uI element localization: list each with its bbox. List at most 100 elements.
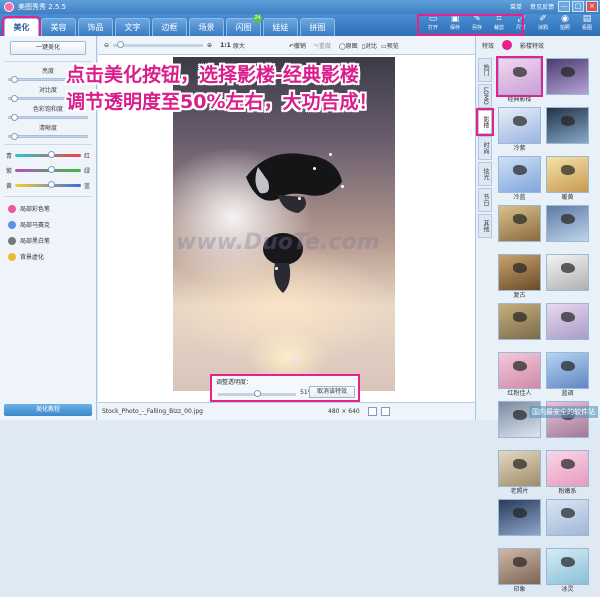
- effect-thumbnail[interactable]: [546, 499, 589, 536]
- effect-item[interactable]: 冷蓝: [498, 156, 541, 203]
- effect-thumbnail[interactable]: [498, 254, 541, 291]
- effect-item[interactable]: [498, 303, 541, 350]
- effect-item[interactable]: 经典影楼: [496, 56, 543, 105]
- effect-thumbnail[interactable]: [546, 450, 589, 487]
- effect-thumbnail[interactable]: [546, 303, 589, 340]
- effect-thumbnail[interactable]: [498, 107, 541, 144]
- clarity-knob[interactable]: [11, 133, 18, 140]
- beautify-tutorial-button[interactable]: 美化教程: [4, 404, 92, 416]
- sparkle: [275, 267, 278, 270]
- camera-button[interactable]: ◉ 拍照: [556, 15, 574, 32]
- effect-item[interactable]: 粉嫩系: [546, 450, 589, 497]
- preview-button[interactable]: ▭预览: [381, 41, 399, 50]
- effect-thumbnail[interactable]: [498, 156, 541, 193]
- brush-button[interactable]: ✐ 涂鸦: [534, 15, 552, 32]
- cyan-red-knob[interactable]: [48, 151, 55, 158]
- effect-thumbnail[interactable]: [498, 205, 541, 242]
- original-button[interactable]: ◯原图: [339, 41, 358, 50]
- fit-window-icon[interactable]: [368, 407, 377, 416]
- tab-accessories[interactable]: 饰品: [78, 18, 113, 36]
- background-blur-button[interactable]: 背景虚化: [8, 252, 96, 261]
- maximize-button[interactable]: □: [572, 1, 584, 12]
- local-mosaic-button[interactable]: 局部马赛克: [8, 220, 96, 229]
- effect-thumbnail[interactable]: [498, 450, 541, 487]
- effect-item[interactable]: [546, 303, 589, 350]
- category-tab-other[interactable]: 其他: [478, 214, 492, 238]
- zoom-out-icon[interactable]: ⊖: [104, 42, 109, 49]
- zoom-slider[interactable]: [113, 40, 204, 48]
- effect-item[interactable]: 冰灵: [546, 548, 589, 595]
- feedback-link[interactable]: 意见反馈: [530, 2, 554, 11]
- tab-text[interactable]: 文字: [115, 18, 150, 36]
- saturation-knob[interactable]: [11, 114, 18, 121]
- cyan-red-slider[interactable]: [15, 151, 81, 158]
- effects-root-link[interactable]: 特效: [482, 41, 494, 50]
- effect-item[interactable]: [498, 499, 541, 546]
- saturation-slider[interactable]: [8, 114, 88, 121]
- category-tab-studio[interactable]: 影楼: [476, 108, 494, 136]
- effect-thumbnail[interactable]: [546, 58, 589, 95]
- effect-item[interactable]: 蓝调: [546, 352, 589, 399]
- effect-thumbnail[interactable]: [546, 107, 589, 144]
- local-bw-pen-button[interactable]: 局部黑白笔: [8, 236, 96, 245]
- category-tab-holiday[interactable]: 节日: [478, 188, 492, 212]
- effect-thumbnail[interactable]: [546, 548, 589, 585]
- yellow-blue-slider[interactable]: [15, 181, 81, 188]
- original-size-button[interactable]: 原大: [233, 41, 245, 50]
- effect-item[interactable]: [546, 254, 589, 301]
- contrast-knob[interactable]: [11, 95, 18, 102]
- fullscreen-icon[interactable]: [381, 407, 390, 416]
- effect-item[interactable]: 冷紫: [498, 107, 541, 154]
- undo-button[interactable]: ↶撤销: [289, 41, 306, 50]
- effect-item[interactable]: [546, 58, 589, 105]
- close-button[interactable]: ×: [586, 1, 598, 12]
- compare-button[interactable]: ▯对比: [362, 41, 377, 50]
- effect-thumbnail[interactable]: [496, 56, 543, 97]
- clarity-slider[interactable]: [8, 133, 88, 140]
- effect-item[interactable]: [498, 205, 541, 252]
- effect-item[interactable]: 红粉佳人: [498, 352, 541, 399]
- effect-thumbnail[interactable]: [498, 499, 541, 536]
- effect-item[interactable]: 印象: [498, 548, 541, 595]
- brightness-knob[interactable]: [11, 76, 18, 83]
- effect-item[interactable]: 暖黄: [546, 156, 589, 203]
- tab-doll[interactable]: 娃娃: [263, 18, 298, 36]
- effect-thumbnail[interactable]: [498, 548, 541, 585]
- purple-green-slider[interactable]: [15, 166, 81, 173]
- purple-green-knob[interactable]: [48, 166, 55, 173]
- minimize-button[interactable]: —: [558, 1, 570, 12]
- effect-item[interactable]: [546, 205, 589, 252]
- zoom-in-icon[interactable]: ⊕: [207, 42, 212, 49]
- transparency-slider[interactable]: [218, 390, 296, 397]
- effect-label: 粉嫩系: [558, 488, 577, 495]
- one-key-beautify-button[interactable]: 一键美化: [10, 41, 86, 55]
- effect-item[interactable]: 复古: [498, 254, 541, 301]
- effect-item[interactable]: [546, 107, 589, 154]
- transparency-knob[interactable]: [254, 390, 262, 397]
- effect-thumbnail[interactable]: [498, 352, 541, 389]
- local-color-pen-button[interactable]: 局部彩色笔: [8, 204, 96, 213]
- menu-link[interactable]: 菜单: [510, 2, 522, 11]
- zoom-knob[interactable]: [117, 40, 125, 48]
- category-tab-hot[interactable]: 热门: [478, 58, 492, 82]
- yellow-blue-knob[interactable]: [48, 181, 55, 188]
- tab-skin[interactable]: 美容: [41, 18, 76, 36]
- effect-thumbnail[interactable]: [546, 156, 589, 193]
- category-tab-fashion[interactable]: 时尚: [478, 136, 492, 160]
- effect-thumbnail[interactable]: [546, 205, 589, 242]
- effect-thumbnail[interactable]: [498, 303, 541, 340]
- tab-collage[interactable]: 拼图: [300, 18, 335, 36]
- effect-item[interactable]: [546, 499, 589, 546]
- category-tab-lomo[interactable]: LOMO: [478, 84, 492, 108]
- effect-item[interactable]: 老照片: [498, 450, 541, 497]
- tab-flash[interactable]: 闪图 24: [226, 14, 262, 36]
- view-button[interactable]: ▤ 看图: [578, 15, 596, 32]
- redo-button[interactable]: ↷重做: [314, 41, 331, 50]
- tab-beautify[interactable]: 美化: [2, 16, 41, 38]
- cancel-effect-button[interactable]: 取消该特效: [309, 386, 355, 398]
- tab-frame[interactable]: 边框: [152, 18, 187, 36]
- tab-scene[interactable]: 场景: [189, 18, 224, 36]
- category-tab-glow[interactable]: 炫光: [478, 162, 492, 186]
- effect-thumbnail[interactable]: [546, 254, 589, 291]
- effect-thumbnail[interactable]: [546, 352, 589, 389]
